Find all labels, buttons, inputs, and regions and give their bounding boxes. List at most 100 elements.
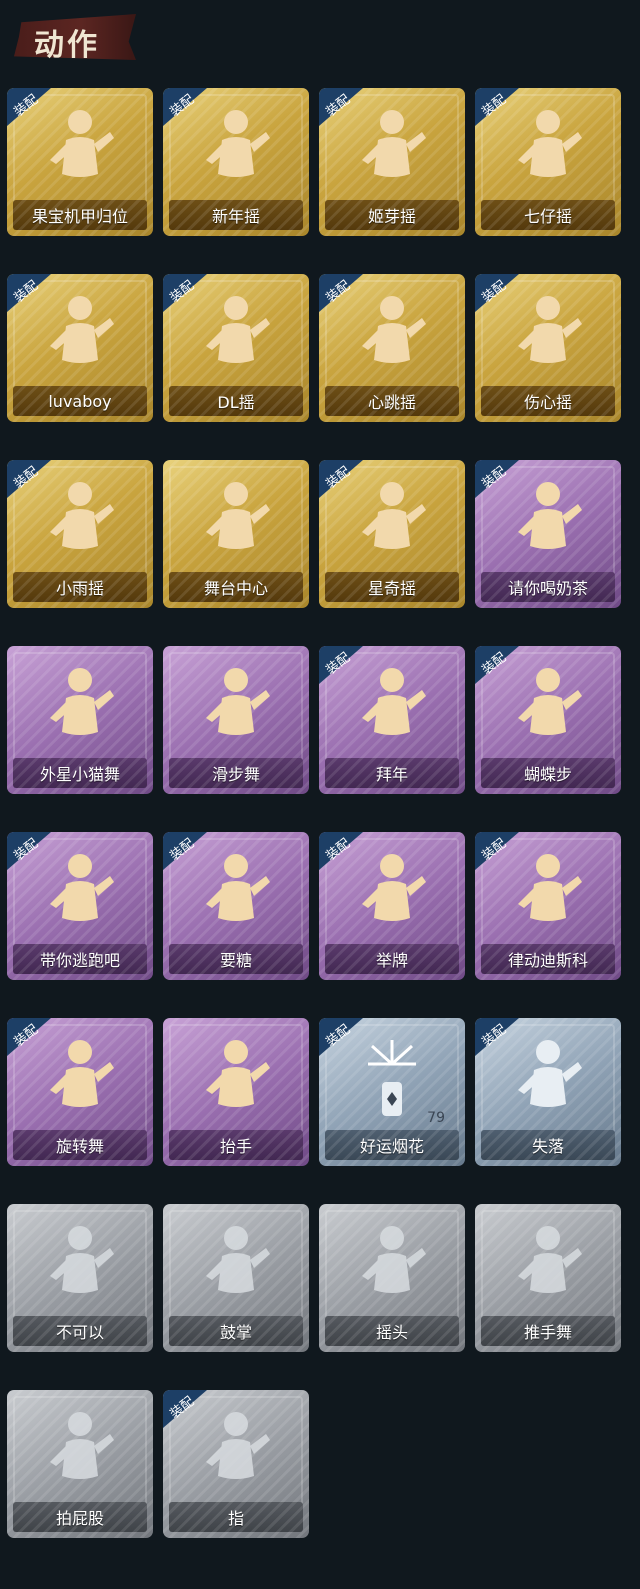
emote-label: 要糖: [219, 951, 252, 970]
emote-card[interactable]: 摇头: [319, 1204, 465, 1352]
emote-label-bar: 律动迪斯科: [481, 944, 615, 974]
dance-pose-icon: [42, 476, 118, 564]
emote-label: 心跳摇: [367, 393, 416, 412]
emote-card[interactable]: 装配 请你喝奶茶: [475, 460, 621, 608]
emote-label: 新年摇: [211, 207, 260, 226]
emote-label: 拜年: [375, 765, 408, 784]
emote-card[interactable]: 装配 失落: [475, 1018, 621, 1166]
emote-label-bar: 带你逃跑吧: [13, 944, 147, 974]
emote-label: 举牌: [375, 951, 408, 970]
emote-label: 带你逃跑吧: [39, 951, 120, 970]
dance-pose-icon: [198, 662, 274, 750]
emote-card[interactable]: 装配 79 好运烟花: [319, 1018, 465, 1166]
disco-icon: [510, 848, 586, 936]
dance-pose-icon: [42, 662, 118, 750]
emote-card[interactable]: 装配 新年摇: [163, 88, 309, 236]
emote-label-bar: 七仔摇: [481, 200, 615, 230]
emote-label: 拍屁股: [55, 1509, 104, 1528]
emote-label: luvaboy: [48, 391, 112, 411]
emote-card[interactable]: 装配 举牌: [319, 832, 465, 980]
emote-label: 外星小猫舞: [39, 765, 120, 784]
sign-hold-icon: [354, 848, 430, 936]
emote-label-bar: 拜年: [325, 758, 459, 788]
emote-label: 鼓掌: [219, 1323, 252, 1342]
emote-card[interactable]: 鼓掌: [163, 1204, 309, 1352]
emote-card[interactable]: 装配 伤心摇: [475, 274, 621, 422]
emote-label: 推手舞: [523, 1323, 572, 1342]
emote-label: 果宝机甲归位: [31, 207, 128, 226]
emote-card[interactable]: 拍屁股: [7, 1390, 153, 1538]
emote-card[interactable]: 装配 luvaboy: [7, 274, 153, 422]
emote-label: 抬手: [219, 1137, 252, 1156]
emote-card[interactable]: 装配 蝴蝶步: [475, 646, 621, 794]
emote-card[interactable]: 装配 指: [163, 1390, 309, 1538]
emote-label: 请你喝奶茶: [507, 579, 588, 598]
finger-wag-icon: [42, 1220, 118, 1308]
push-hands-icon: [510, 1220, 586, 1308]
emote-label: 小雨摇: [55, 579, 104, 598]
emote-label-bar: 好运烟花: [325, 1130, 459, 1160]
emote-label-bar: 摇头: [325, 1316, 459, 1346]
emote-card[interactable]: 装配 带你逃跑吧: [7, 832, 153, 980]
item-count: 79: [427, 1110, 445, 1126]
emote-label: 姬芽摇: [367, 207, 416, 226]
emote-card[interactable]: 装配 律动迪斯科: [475, 832, 621, 980]
emote-card[interactable]: 装配 星奇摇: [319, 460, 465, 608]
crawl-icon: [510, 1034, 586, 1122]
emote-label-bar: 要糖: [169, 944, 303, 974]
emote-card[interactable]: 抬手: [163, 1018, 309, 1166]
emote-label-bar: luvaboy: [13, 386, 147, 416]
dance-pose-icon: [42, 104, 118, 192]
emote-label-bar: 旋转舞: [13, 1130, 147, 1160]
emote-card[interactable]: 装配 果宝机甲归位: [7, 88, 153, 236]
emote-label-bar: 外星小猫舞: [13, 758, 147, 788]
emote-card[interactable]: 不可以: [7, 1204, 153, 1352]
emote-label: 星奇摇: [367, 579, 416, 598]
emote-card[interactable]: 装配 DL摇: [163, 274, 309, 422]
emote-card[interactable]: 推手舞: [475, 1204, 621, 1352]
emote-label-bar: 姬芽摇: [325, 200, 459, 230]
dance-pose-icon: [42, 848, 118, 936]
emote-card[interactable]: 装配 姬芽摇: [319, 88, 465, 236]
spin-icon: [42, 1034, 118, 1122]
bow-icon: [354, 662, 430, 750]
emote-label-bar: 推手舞: [481, 1316, 615, 1346]
emote-label: 摇头: [375, 1323, 408, 1342]
emote-card[interactable]: 装配 小雨摇: [7, 460, 153, 608]
emote-label: 伤心摇: [523, 393, 572, 412]
emote-card[interactable]: 装配 要糖: [163, 832, 309, 980]
emote-label-bar: 伤心摇: [481, 386, 615, 416]
emote-label: 失落: [531, 1137, 564, 1156]
emote-label: 蝴蝶步: [523, 765, 572, 784]
emote-label: 不可以: [55, 1323, 104, 1342]
dance-pose-icon: [354, 290, 430, 378]
emote-card[interactable]: 滑步舞: [163, 646, 309, 794]
emote-label-bar: 新年摇: [169, 200, 303, 230]
dance-pose-icon: [198, 476, 274, 564]
emote-label: 律动迪斯科: [507, 951, 588, 970]
emote-label-bar: 请你喝奶茶: [481, 572, 615, 602]
dance-pose-icon: [198, 290, 274, 378]
dance-pose-icon: [354, 476, 430, 564]
emote-card[interactable]: 装配 心跳摇: [319, 274, 465, 422]
emote-label-bar: 心跳摇: [325, 386, 459, 416]
emote-label-bar: 蝴蝶步: [481, 758, 615, 788]
emote-grid: 装配 果宝机甲归位 装配 新年摇 装配 姬芽摇 装配 七仔摇 装配 luvaboy 装配 …: [7, 88, 621, 1538]
firework-icon: [354, 1034, 430, 1122]
emote-label: 旋转舞: [55, 1137, 104, 1156]
head-shake-icon: [354, 1220, 430, 1308]
point-icon: [198, 1406, 274, 1494]
section-header: 动作: [0, 0, 640, 80]
emote-card[interactable]: 外星小猫舞: [7, 646, 153, 794]
emote-card[interactable]: 装配 七仔摇: [475, 88, 621, 236]
emote-card[interactable]: 舞台中心: [163, 460, 309, 608]
clap-icon: [198, 1220, 274, 1308]
emote-label-bar: 小雨摇: [13, 572, 147, 602]
emote-label-bar: DL摇: [169, 386, 303, 416]
emote-card[interactable]: 装配 旋转舞: [7, 1018, 153, 1166]
emote-label: DL摇: [217, 393, 255, 412]
emote-label-bar: 舞台中心: [169, 572, 303, 602]
page-title: 动作: [34, 28, 100, 63]
emote-card[interactable]: 装配 拜年: [319, 646, 465, 794]
emote-label-bar: 拍屁股: [13, 1502, 147, 1532]
